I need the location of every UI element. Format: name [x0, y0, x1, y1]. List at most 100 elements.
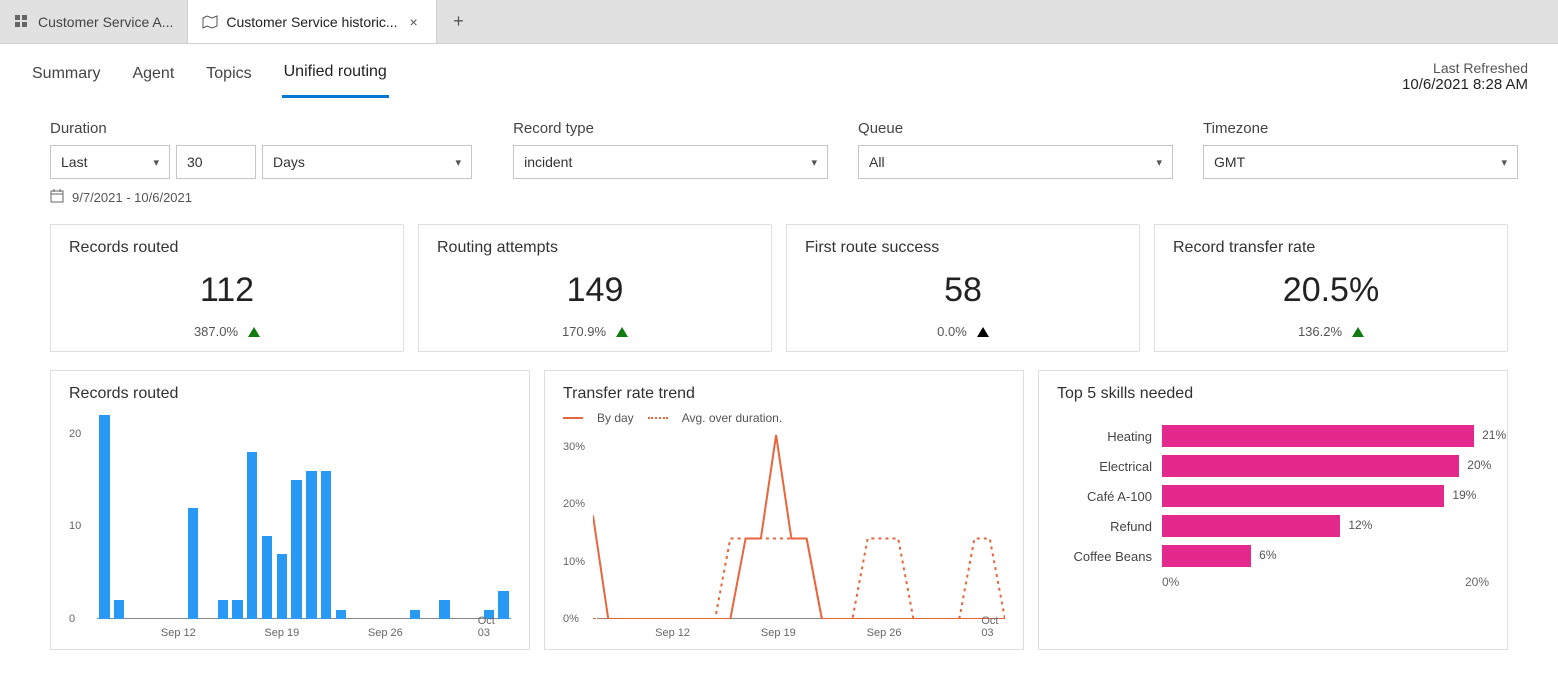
legend-by-day: By day — [597, 411, 634, 425]
chart-legend: By day Avg. over duration. — [563, 411, 1005, 425]
kpi-title: First route success — [805, 239, 1121, 257]
new-tab-button[interactable]: + — [437, 0, 481, 43]
skills-plot-area: Heating21% Electrical 20% Café A-100 19% Refu… — [1057, 411, 1489, 571]
xtick: Sep 12 — [655, 627, 690, 639]
skill-label: Refund — [1057, 519, 1152, 534]
filter-duration-label: Duration — [50, 120, 483, 137]
plus-icon: + — [453, 11, 464, 32]
skill-bar — [1162, 425, 1474, 447]
duration-unit-select[interactable]: Days▾ — [262, 145, 472, 179]
chart-title: Transfer rate trend — [563, 385, 1005, 403]
filter-duration: Duration Last▾ 30 Days▾ — [50, 120, 483, 179]
filter-record-type: Record type incident▾ — [513, 120, 828, 179]
chevron-down-icon: ▾ — [153, 156, 159, 169]
bar — [262, 536, 272, 619]
trend-up-icon — [248, 327, 260, 337]
trend-up-icon — [616, 327, 628, 337]
xtick: Oct 03 — [478, 615, 500, 639]
chevron-down-icon: ▾ — [1156, 156, 1162, 169]
chart-records-routed: Records routed 01020Sep 12Sep 19Sep 26Oc… — [50, 370, 530, 650]
nav-topics[interactable]: Topics — [204, 65, 253, 97]
skill-row: Refund 12% — [1057, 511, 1489, 541]
ytick: 10% — [563, 556, 585, 568]
kpi-value: 112 — [69, 271, 385, 310]
chevron-down-icon: ▾ — [455, 156, 461, 169]
skill-row: Coffee Beans6% — [1057, 541, 1489, 571]
nav-agent[interactable]: Agent — [130, 65, 176, 97]
kpi-delta: 170.9% — [562, 324, 606, 339]
date-range: 9/7/2021 - 10/6/2021 — [0, 179, 1558, 206]
skill-label: Café A-100 — [1057, 489, 1152, 504]
close-icon[interactable]: × — [406, 14, 422, 30]
xtick: 20% — [1465, 575, 1489, 589]
filter-timezone-label: Timezone — [1203, 120, 1518, 137]
nav-unified-routing[interactable]: Unified routing — [282, 63, 389, 98]
skill-row: Café A-100 19% — [1057, 481, 1489, 511]
tab-customer-service-a[interactable]: Customer Service A... — [0, 0, 188, 43]
skills-x-axis: 0% 20% — [1057, 571, 1489, 589]
xtick: Sep 19 — [264, 627, 299, 639]
skill-bar — [1162, 545, 1251, 567]
xtick: Sep 26 — [368, 627, 403, 639]
bar — [232, 600, 242, 619]
bar — [247, 452, 257, 619]
kpi-value: 149 — [437, 271, 753, 310]
line-plot-area: 0% 10% 20% 30% Sep 12 Sep 19 Sep 26 Oct 03 — [563, 431, 1005, 639]
last-refreshed-value: 10/6/2021 8:28 AM — [1402, 76, 1528, 93]
chevron-down-icon: ▾ — [1501, 156, 1507, 169]
xtick: Sep 26 — [867, 627, 902, 639]
duration-count-input[interactable]: 30 — [176, 145, 256, 179]
filter-queue: Queue All▾ — [858, 120, 1173, 179]
bar — [306, 471, 316, 619]
trend-up-icon — [1352, 327, 1364, 337]
record-type-select[interactable]: incident▾ — [513, 145, 828, 179]
bar — [321, 471, 331, 619]
tab-customer-service-historic[interactable]: Customer Service historic... × — [188, 0, 436, 43]
filter-timezone: Timezone GMT▾ — [1203, 120, 1518, 179]
page-nav: Summary Agent Topics Unified routing Las… — [0, 44, 1558, 102]
skill-value: 19% — [1452, 488, 1476, 502]
kpi-value: 20.5% — [1173, 271, 1489, 310]
ytick: 10 — [69, 520, 81, 532]
queue-select[interactable]: All▾ — [858, 145, 1173, 179]
kpi-delta: 0.0% — [937, 324, 967, 339]
bar — [336, 610, 346, 619]
nav-summary[interactable]: Summary — [30, 65, 102, 97]
kpi-records-routed: Records routed 112 387.0% — [50, 224, 404, 352]
ytick: 20% — [563, 498, 585, 510]
bar — [99, 415, 109, 619]
map-icon — [202, 14, 218, 30]
skill-value: 12% — [1348, 518, 1372, 532]
kpi-cards: Records routed 112 387.0% Routing attemp… — [0, 206, 1558, 352]
bar — [218, 600, 228, 619]
skill-bar — [1162, 455, 1459, 477]
chart-title: Top 5 skills needed — [1057, 385, 1489, 403]
bar — [498, 591, 508, 619]
kpi-delta: 387.0% — [194, 324, 238, 339]
ytick: 30% — [563, 441, 585, 453]
bar — [114, 600, 124, 619]
xtick: 0% — [1162, 575, 1179, 589]
chart-transfer-rate-trend: Transfer rate trend By day Avg. over dur… — [544, 370, 1024, 650]
bar-plot-area: 01020Sep 12Sep 19Sep 26Oct 03 — [69, 411, 511, 639]
duration-mode-select[interactable]: Last▾ — [50, 145, 170, 179]
skill-value: 6% — [1259, 548, 1276, 562]
skill-value: 20% — [1467, 458, 1491, 472]
timezone-select[interactable]: GMT▾ — [1203, 145, 1518, 179]
bar — [410, 610, 420, 619]
kpi-record-transfer-rate: Record transfer rate 20.5% 136.2% — [1154, 224, 1508, 352]
kpi-delta: 136.2% — [1298, 324, 1342, 339]
skill-row: Heating21% — [1057, 421, 1489, 451]
kpi-routing-attempts: Routing attempts 149 170.9% — [418, 224, 772, 352]
xtick: Sep 19 — [761, 627, 796, 639]
bar — [277, 554, 287, 619]
bar — [188, 508, 198, 619]
skill-label: Electrical — [1057, 459, 1152, 474]
xtick: Oct 03 — [981, 615, 998, 639]
kpi-title: Records routed — [69, 239, 385, 257]
calendar-icon — [50, 189, 64, 206]
tab-label: Customer Service A... — [38, 14, 173, 30]
ytick: 0% — [563, 613, 579, 625]
ytick: 20 — [69, 428, 81, 440]
kpi-title: Record transfer rate — [1173, 239, 1489, 257]
